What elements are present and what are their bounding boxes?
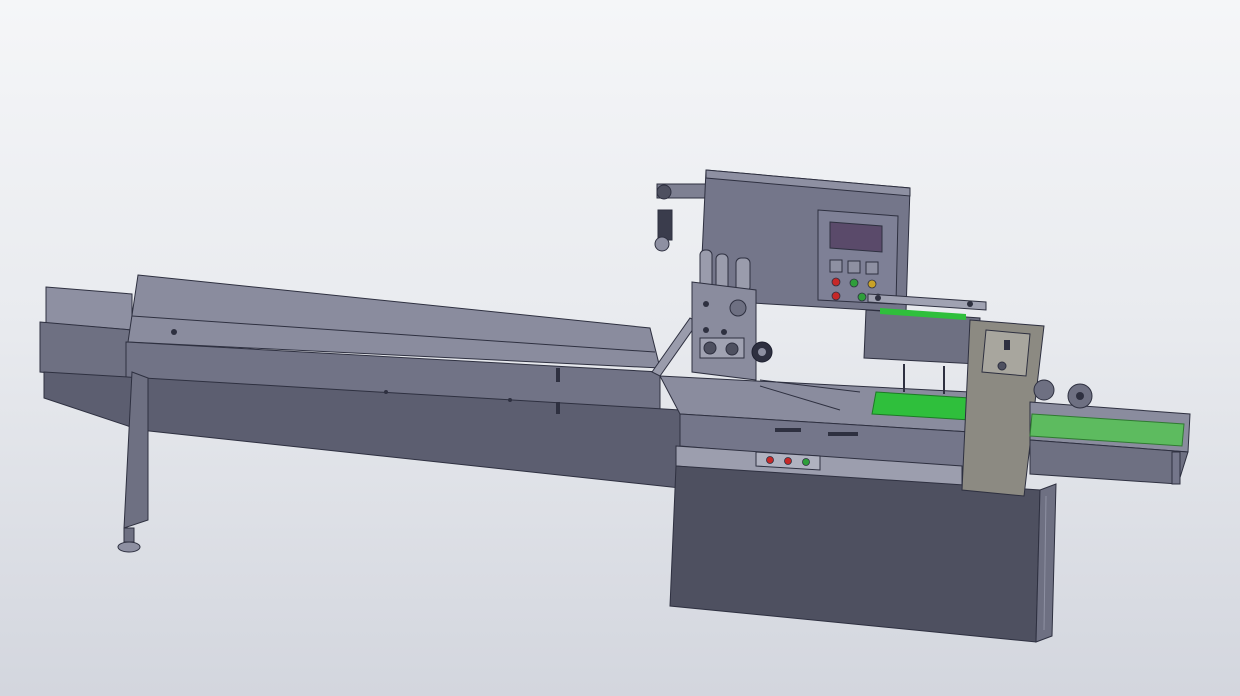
film-roll-holder (654, 183, 708, 252)
panel-indicator-light[interactable] (831, 291, 841, 301)
frame-slot (775, 428, 801, 432)
infeed-guide-bar (651, 317, 699, 377)
motor-hub-center (758, 348, 766, 356)
housing-switch[interactable] (1004, 340, 1010, 350)
infeed-bolt (508, 398, 512, 402)
drive-bolt (703, 327, 709, 333)
side-indicator-light[interactable] (802, 458, 810, 466)
sealing-roller (703, 341, 717, 355)
keypad-button[interactable] (865, 261, 879, 275)
panel-indicator-light[interactable] (849, 278, 859, 288)
rail-bolt (967, 301, 973, 307)
panel-indicator-light[interactable] (867, 279, 877, 289)
infeed-slot (556, 368, 560, 382)
roll-knob (654, 236, 670, 252)
display-screen (829, 221, 883, 253)
drive-bolt (703, 301, 709, 307)
roll-shaft (657, 209, 673, 241)
infeed-bolt (384, 390, 388, 394)
panel-indicator-light[interactable] (831, 277, 841, 287)
side-indicator-light[interactable] (784, 457, 792, 465)
roll-hub (656, 184, 672, 200)
outfeed-conveyor (1029, 379, 1191, 485)
infeed-bolt (171, 329, 177, 335)
frame-slot (828, 432, 858, 436)
housing-panel (981, 329, 1031, 377)
outfeed-roller-center (1076, 392, 1084, 400)
housing-bolt (997, 361, 1007, 371)
infeed-end-cap-front (39, 321, 133, 381)
keypad-button[interactable] (847, 260, 861, 274)
leg-foot (117, 541, 141, 553)
sealing-roller (725, 342, 739, 356)
rail-bolt (875, 295, 881, 301)
outfeed-roller (1033, 379, 1055, 401)
side-indicator-light[interactable] (766, 456, 774, 464)
control-panel (817, 209, 899, 305)
panel-indicator-light[interactable] (857, 292, 867, 302)
film-roller (735, 257, 751, 293)
packaging-machine-model (39, 169, 1191, 643)
keypad-button[interactable] (829, 259, 843, 273)
infeed-slot (556, 402, 560, 414)
outfeed-leg (1171, 451, 1181, 485)
drive-gear (729, 299, 747, 317)
drive-bolt (721, 329, 727, 335)
cad-viewport (0, 0, 1240, 696)
leg-stem (123, 527, 135, 543)
